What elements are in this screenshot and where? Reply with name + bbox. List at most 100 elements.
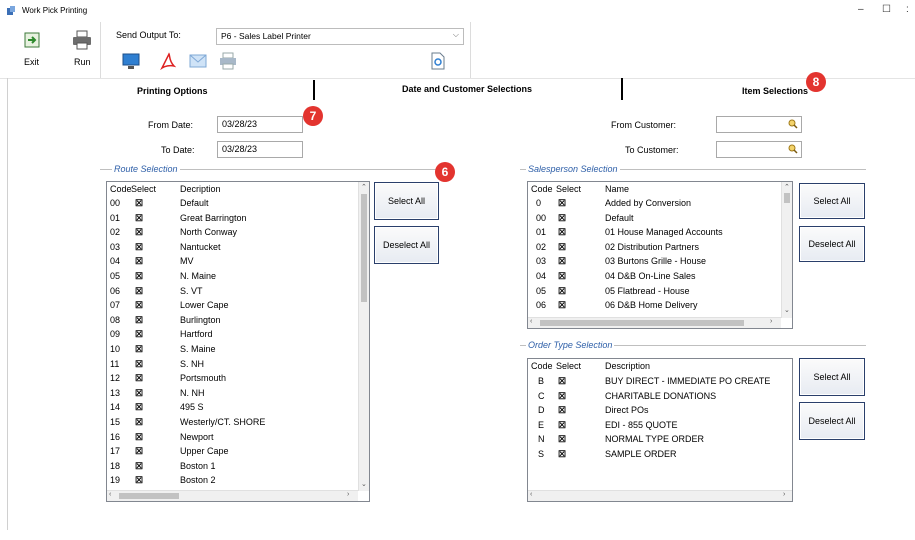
salesperson-select-all-button[interactable]: Select All <box>799 183 865 219</box>
row-select-checkbox[interactable]: ☒ <box>135 359 143 370</box>
table-row[interactable]: 06 ☒ 06 D&B Home Delivery <box>528 298 792 313</box>
preview-icon[interactable] <box>430 52 446 70</box>
row-select-checkbox[interactable]: ☒ <box>135 432 143 443</box>
run-button[interactable]: Run <box>72 30 98 72</box>
table-row[interactable]: 07 ☒ Lower Cape <box>107 298 369 313</box>
row-select-checkbox[interactable]: ☒ <box>135 286 143 297</box>
from-customer-input[interactable] <box>716 116 802 133</box>
scroll-left-icon[interactable]: ‹ <box>530 318 532 325</box>
row-select-checkbox[interactable]: ☒ <box>558 286 566 297</box>
salesperson-hscroll-thumb[interactable] <box>540 320 744 326</box>
table-row[interactable]: B ☒ BUY DIRECT - IMMEDIATE PO CREATE <box>528 374 792 389</box>
table-row[interactable]: 18 ☒ Boston 1 <box>107 459 369 474</box>
row-select-checkbox[interactable]: ☒ <box>135 242 143 253</box>
row-select-checkbox[interactable]: ☒ <box>558 271 566 282</box>
magnifier-icon[interactable] <box>788 144 798 154</box>
magnifier-icon[interactable] <box>788 119 798 129</box>
row-select-checkbox[interactable]: ☒ <box>558 198 566 209</box>
printer-icon[interactable] <box>219 52 237 70</box>
row-select-checkbox[interactable]: ☒ <box>558 376 566 387</box>
salesperson-vscroll-thumb[interactable] <box>784 193 790 203</box>
scroll-right-icon[interactable]: › <box>770 318 772 325</box>
row-select-checkbox[interactable]: ☒ <box>135 271 143 282</box>
send-output-select[interactable]: P6 - Sales Label Printer ⌵ <box>216 28 464 45</box>
row-select-checkbox[interactable]: ☒ <box>558 449 566 460</box>
table-row[interactable]: 05 ☒ N. Maine <box>107 269 369 284</box>
row-select-checkbox[interactable]: ☒ <box>558 256 566 267</box>
table-row[interactable]: 12 ☒ Portsmouth <box>107 371 369 386</box>
tab-printing-options[interactable]: Printing Options <box>137 86 208 96</box>
table-row[interactable]: C ☒ CHARITABLE DONATIONS <box>528 389 792 404</box>
table-row[interactable]: E ☒ EDI - 855 QUOTE <box>528 418 792 433</box>
to-customer-input[interactable] <box>716 141 802 158</box>
minimize-button[interactable]: – <box>858 4 864 15</box>
table-row[interactable]: N ☒ NORMAL TYPE ORDER <box>528 432 792 447</box>
monitor-icon[interactable] <box>122 52 140 70</box>
row-select-checkbox[interactable]: ☒ <box>135 329 143 340</box>
to-date-input[interactable]: 03/28/23 <box>217 141 303 158</box>
scroll-left-icon[interactable]: ‹ <box>530 491 532 498</box>
route-deselect-all-button[interactable]: Deselect All <box>374 226 439 264</box>
row-select-checkbox[interactable]: ☒ <box>558 405 566 416</box>
scroll-right-icon[interactable]: › <box>347 491 349 498</box>
table-row[interactable]: 01 ☒ Great Barrington <box>107 211 369 226</box>
row-select-checkbox[interactable]: ☒ <box>558 300 566 311</box>
row-select-checkbox[interactable]: ☒ <box>135 475 143 486</box>
table-row[interactable]: 08 ☒ Burlington <box>107 313 369 328</box>
table-row[interactable]: 14 ☒ 495 S <box>107 400 369 415</box>
row-select-checkbox[interactable]: ☒ <box>135 417 143 428</box>
row-select-checkbox[interactable]: ☒ <box>558 420 566 431</box>
salesperson-deselect-all-button[interactable]: Deselect All <box>799 226 865 262</box>
route-hscroll[interactable]: ‹ › <box>107 490 358 501</box>
table-row[interactable]: 19 ☒ Boston 2 <box>107 473 369 488</box>
scroll-up-icon[interactable]: ⌃ <box>784 183 790 191</box>
row-select-checkbox[interactable]: ☒ <box>135 446 143 457</box>
table-row[interactable]: 17 ☒ Upper Cape <box>107 444 369 459</box>
row-select-checkbox[interactable]: ☒ <box>558 213 566 224</box>
table-row[interactable]: 04 ☒ MV <box>107 254 369 269</box>
row-select-checkbox[interactable]: ☒ <box>558 227 566 238</box>
route-vscroll[interactable]: ⌃ ⌄ <box>358 182 369 491</box>
row-select-checkbox[interactable]: ☒ <box>135 198 143 209</box>
exit-button[interactable]: Exit <box>20 30 46 72</box>
route-vscroll-thumb[interactable] <box>361 194 367 302</box>
tab-item-selections[interactable]: Item Selections <box>742 86 808 96</box>
order-type-select-all-button[interactable]: Select All <box>799 358 865 396</box>
maximize-button[interactable]: ☐ <box>882 4 891 15</box>
scroll-right-icon[interactable]: › <box>783 491 785 498</box>
row-select-checkbox[interactable]: ☒ <box>135 213 143 224</box>
tab-date-customer[interactable]: Date and Customer Selections <box>402 84 532 94</box>
route-hscroll-thumb[interactable] <box>119 493 179 499</box>
order-type-grid[interactable]: Code Select Description B ☒ BUY DIRECT - I… <box>527 358 793 502</box>
row-select-checkbox[interactable]: ☒ <box>135 315 143 326</box>
scroll-down-icon[interactable]: ⌄ <box>361 480 367 488</box>
pdf-icon[interactable] <box>160 52 176 70</box>
scroll-left-icon[interactable]: ‹ <box>109 491 111 498</box>
table-row[interactable]: 02 ☒ North Conway <box>107 225 369 240</box>
table-row[interactable]: 06 ☒ S. VT <box>107 284 369 299</box>
table-row[interactable]: 00 ☒ Default <box>107 196 369 211</box>
table-row[interactable]: 03 ☒ 03 Burtons Grille - House <box>528 254 792 269</box>
salesperson-grid[interactable]: Code Select Name 0 ☒ Added by Conversion 00… <box>527 181 793 329</box>
row-select-checkbox[interactable]: ☒ <box>135 227 143 238</box>
route-select-all-button[interactable]: Select All <box>374 182 439 220</box>
table-row[interactable]: D ☒ Direct POs <box>528 403 792 418</box>
row-select-checkbox[interactable]: ☒ <box>135 402 143 413</box>
row-select-checkbox[interactable]: ☒ <box>558 242 566 253</box>
table-row[interactable]: 05 ☒ 05 Flatbread - House <box>528 284 792 299</box>
row-select-checkbox[interactable]: ☒ <box>558 391 566 402</box>
row-select-checkbox[interactable]: ☒ <box>135 256 143 267</box>
more-button[interactable]: : <box>906 4 909 15</box>
table-row[interactable]: 13 ☒ N. NH <box>107 386 369 401</box>
email-icon[interactable] <box>189 54 207 68</box>
table-row[interactable]: 10 ☒ S. Maine <box>107 342 369 357</box>
salesperson-vscroll[interactable]: ⌃ ⌄ <box>781 182 792 318</box>
salesperson-hscroll[interactable]: ‹ › <box>528 317 781 328</box>
table-row[interactable]: 09 ☒ Hartford <box>107 327 369 342</box>
table-row[interactable]: 00 ☒ Default <box>528 211 792 226</box>
row-select-checkbox[interactable]: ☒ <box>135 300 143 311</box>
table-row[interactable]: 0 ☒ Added by Conversion <box>528 196 792 211</box>
table-row[interactable]: S ☒ SAMPLE ORDER <box>528 447 792 462</box>
table-row[interactable]: 04 ☒ 04 D&B On-Line Sales <box>528 269 792 284</box>
order-type-hscroll[interactable]: ‹ › <box>528 490 792 501</box>
